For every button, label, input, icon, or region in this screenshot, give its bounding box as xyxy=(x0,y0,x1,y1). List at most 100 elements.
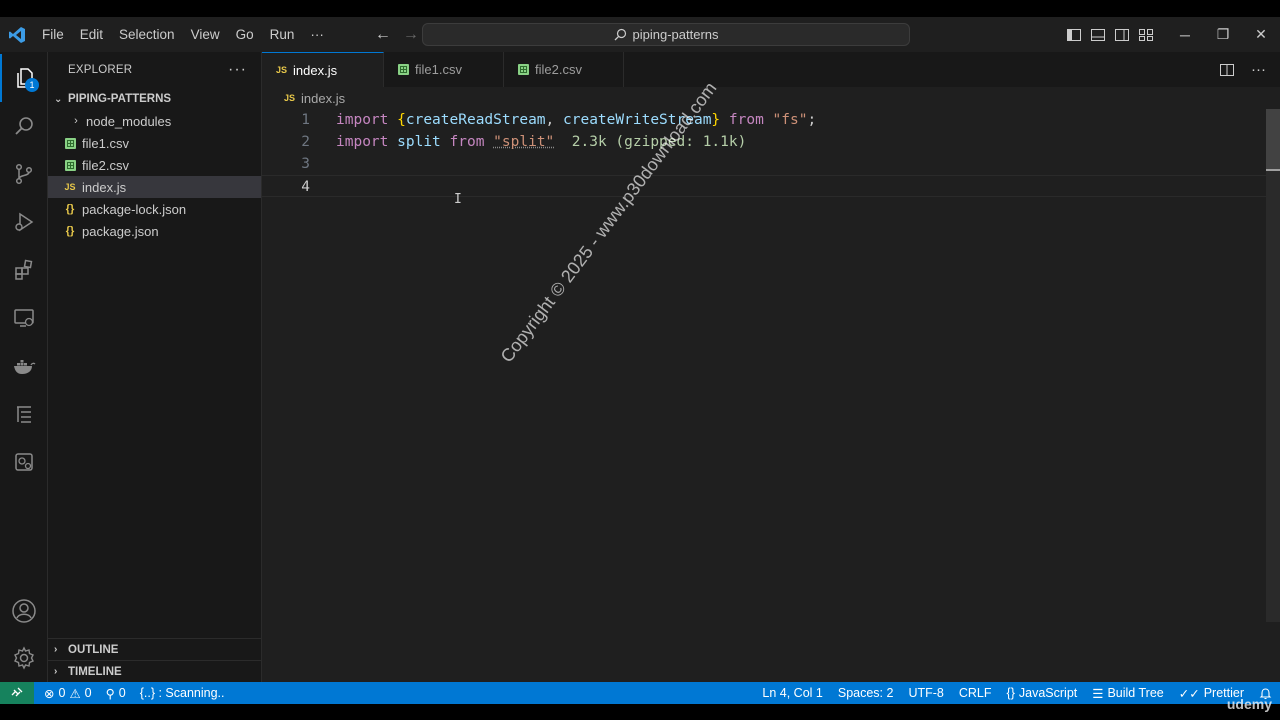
tree-item-file1-csv[interactable]: file1.csv xyxy=(48,132,261,154)
back-arrow-icon[interactable]: ← xyxy=(374,26,392,44)
menu-run[interactable]: Run xyxy=(262,17,303,52)
line-number: 4 xyxy=(301,179,310,195)
json-file-icon: {} xyxy=(65,225,75,237)
tab-index-js[interactable]: JS index.js xyxy=(262,52,384,87)
ports-count: 0 xyxy=(118,686,126,700)
tree-item-file2-csv[interactable]: file2.csv xyxy=(48,154,261,176)
language-status-scanning[interactable]: {..} : Scanning.. xyxy=(140,686,225,700)
explorer-icon[interactable]: 1 xyxy=(0,54,48,102)
menu-edit[interactable]: Edit xyxy=(72,17,111,52)
cursor-position-indicator[interactable]: Ln 4, Col 1 xyxy=(762,686,822,700)
text-cursor-icon: I xyxy=(454,192,462,207)
chevron-right-icon: › xyxy=(54,666,58,677)
video-bottom-letterbox xyxy=(0,704,1280,720)
remote-explorer-icon[interactable] xyxy=(0,294,48,342)
chevron-right-icon: › xyxy=(54,644,58,655)
toggle-secondary-sidebar-icon[interactable] xyxy=(1114,27,1130,43)
customize-layout-icon[interactable] xyxy=(1138,27,1154,43)
tree-item-label: node_modules xyxy=(86,113,172,129)
js-file-icon: JS xyxy=(64,182,76,192)
csv-file-icon xyxy=(518,64,529,75)
title-bar: File Edit Selection View Go Run ··· ← → … xyxy=(0,17,1280,52)
problems-indicator[interactable]: ⊗ 0 ⚠ 0 xyxy=(44,686,92,701)
tab-label: file2.csv xyxy=(535,62,582,77)
tree-item-label: index.js xyxy=(82,179,127,195)
explorer-more-actions-icon[interactable]: ··· xyxy=(228,61,247,79)
cursor-position-marker xyxy=(1266,169,1280,171)
tree-item-node-modules[interactable]: › node_modules xyxy=(48,110,261,132)
outline-section-header[interactable]: › OUTLINE xyxy=(48,638,261,660)
error-icon: ⊗ xyxy=(44,686,55,701)
workspace-folder-row[interactable]: ⌄ PIPING-PATTERNS xyxy=(48,88,261,110)
menu-go[interactable]: Go xyxy=(228,17,262,52)
encoding-indicator[interactable]: UTF-8 xyxy=(908,686,943,700)
js-file-icon: JS xyxy=(284,93,296,103)
account-icon[interactable] xyxy=(0,587,48,635)
csv-file-icon xyxy=(398,64,409,75)
editor-scrollbar-thumb[interactable] xyxy=(1266,109,1280,169)
explorer-sidebar: EXPLORER ··· ⌄ PIPING-PATTERNS › node_mo… xyxy=(48,52,262,682)
tree-item-label: file1.csv xyxy=(82,135,129,151)
json-file-icon: {} xyxy=(65,203,75,215)
toggle-primary-sidebar-icon[interactable] xyxy=(1066,27,1082,43)
search-icon[interactable] xyxy=(0,102,48,150)
run-debug-icon[interactable] xyxy=(0,198,48,246)
chevron-right-icon: › xyxy=(74,115,78,127)
editor-more-actions-icon[interactable]: ··· xyxy=(1251,61,1266,78)
error-count: 0 xyxy=(58,686,66,700)
warning-count: 0 xyxy=(84,686,92,700)
manage-gear-icon[interactable] xyxy=(0,634,48,682)
timeline-section-label: TIMELINE xyxy=(68,665,122,678)
restore-window-icon[interactable]: ❐ xyxy=(1204,17,1242,52)
tree-item-label: package-lock.json xyxy=(82,201,187,217)
udemy-overlay-logo: udemy xyxy=(1226,696,1272,712)
breadcrumb-file[interactable]: index.js xyxy=(301,91,345,106)
menu-file[interactable]: File xyxy=(34,17,72,52)
menu-more[interactable]: ··· xyxy=(302,17,332,52)
menu-selection[interactable]: Selection xyxy=(111,17,183,52)
code-line[interactable]: 1 import {createReadStream, createWriteS… xyxy=(262,109,1266,131)
explorer-title: EXPLORER xyxy=(68,63,133,76)
split-editor-icon[interactable] xyxy=(1219,62,1235,78)
warning-icon: ⚠ xyxy=(69,686,81,701)
csv-file-icon xyxy=(60,159,80,171)
build-tree-button[interactable]: ☰ Build Tree xyxy=(1092,686,1164,701)
language-mode-indicator[interactable]: {} JavaScript xyxy=(1007,686,1078,700)
tree-item-package-lock-json[interactable]: {} package-lock.json xyxy=(48,198,261,220)
ports-indicator[interactable]: ⚲ 0 xyxy=(106,686,126,701)
code-lines[interactable]: 1 import {createReadStream, createWriteS… xyxy=(262,109,1266,197)
breadcrumb: JS index.js xyxy=(262,87,1280,109)
broadcast-icon: ⚲ xyxy=(105,686,115,701)
command-center-search[interactable]: piping-patterns xyxy=(422,23,910,46)
tree-item-index-js[interactable]: JS index.js xyxy=(48,176,261,198)
vscode-logo-icon xyxy=(0,17,34,52)
eol-indicator[interactable]: CRLF xyxy=(959,686,992,700)
docker-icon[interactable] xyxy=(0,342,48,390)
tree-item-label: package.json xyxy=(82,223,159,239)
settings-sync-icon[interactable] xyxy=(0,438,48,486)
menu-view[interactable]: View xyxy=(183,17,228,52)
indentation-indicator[interactable]: Spaces: 2 xyxy=(838,686,894,700)
line-number: 1 xyxy=(301,112,310,128)
source-control-icon[interactable] xyxy=(0,150,48,198)
editor-scrollbar[interactable] xyxy=(1266,109,1280,622)
code-editor[interactable]: JS index.js 1 import {createReadStream, … xyxy=(262,87,1280,682)
build-tree-label: Build Tree xyxy=(1107,686,1164,700)
navigation-arrows: ← → xyxy=(374,26,420,44)
outline-view-icon[interactable] xyxy=(0,390,48,438)
code-line[interactable]: 2 import split from "split" 2.3k (gzippe… xyxy=(262,131,1266,153)
toggle-panel-icon[interactable] xyxy=(1090,27,1106,43)
code-line[interactable]: 3 xyxy=(262,153,1266,175)
tree-item-package-json[interactable]: {} package.json xyxy=(48,220,261,242)
code-line-current[interactable]: 4 xyxy=(262,175,1266,197)
forward-arrow-icon[interactable]: → xyxy=(402,26,420,44)
close-window-icon[interactable]: ✕ xyxy=(1242,17,1280,52)
tab-file1-csv[interactable]: file1.csv xyxy=(384,52,504,87)
minimize-window-icon[interactable]: ─ xyxy=(1166,17,1204,52)
timeline-section-header[interactable]: › TIMELINE xyxy=(48,660,261,682)
extensions-icon[interactable] xyxy=(0,246,48,294)
video-top-letterbox xyxy=(0,0,1280,17)
remote-indicator-icon[interactable] xyxy=(0,682,34,704)
tab-file2-csv[interactable]: file2.csv xyxy=(504,52,624,87)
tree-item-label: file2.csv xyxy=(82,157,129,173)
